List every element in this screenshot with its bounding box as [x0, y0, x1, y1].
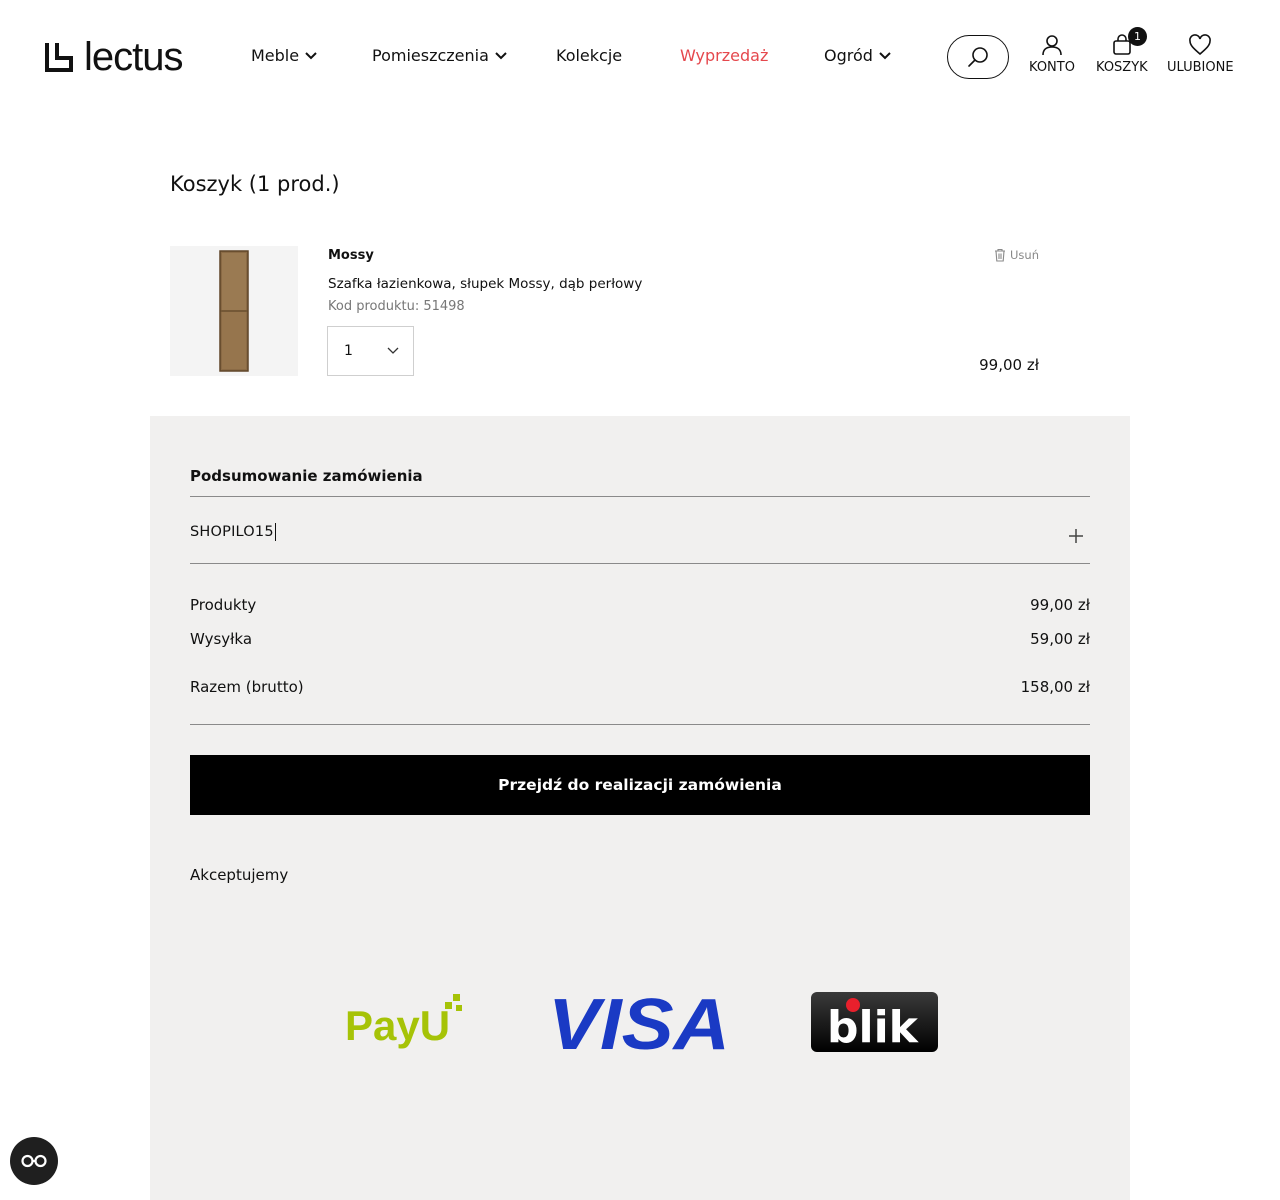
logo[interactable]: lectus	[44, 35, 183, 79]
cart-label: KOSZYK	[1096, 60, 1148, 75]
products-value: 99,00 zł	[1030, 596, 1090, 614]
nav-label: Wyprzedaż	[680, 46, 769, 65]
user-icon	[1042, 35, 1062, 56]
coupon-input[interactable]: SHOPILO15	[190, 523, 276, 541]
blik-logo: blik	[811, 992, 938, 1052]
chevron-down-icon	[305, 51, 317, 59]
product-code: Kod produktu: 51498	[328, 299, 465, 314]
wishlist-label: ULUBIONE	[1167, 60, 1234, 75]
nav-label: Meble	[251, 46, 300, 65]
accepted-payments-label: Akceptujemy	[190, 866, 289, 884]
cart-count-badge: 1	[1128, 27, 1147, 46]
search-icon	[968, 47, 988, 67]
total-value: 158,00 zł	[1020, 678, 1090, 696]
cart-title: Koszyk (1 prod.)	[170, 172, 340, 196]
payment-logos: PayU VISA blik	[150, 986, 1130, 1066]
floating-widget-button[interactable]	[10, 1137, 58, 1185]
quantity-value: 1	[344, 343, 353, 359]
nav-label: Kolekcje	[556, 46, 623, 65]
summary-title: Podsumowanie zamówienia	[190, 467, 423, 485]
divider	[190, 563, 1090, 564]
plus-icon[interactable]	[1066, 526, 1086, 546]
nav-item-pomieszczenia[interactable]: Pomieszczenia	[372, 46, 507, 65]
coupon-value: SHOPILO15	[190, 524, 274, 540]
lectus-logo-icon	[45, 43, 73, 72]
product-price: 99,00 zł	[979, 356, 1039, 374]
shipping-value: 59,00 zł	[1030, 630, 1090, 648]
heart-icon	[1189, 34, 1212, 56]
nav-item-wyprzedaz[interactable]: Wyprzedaż	[680, 46, 768, 65]
payu-logo: PayU	[345, 994, 462, 1049]
payu-logo-text: PayU	[345, 1002, 450, 1049]
search-button[interactable]	[947, 35, 1009, 79]
order-summary: Podsumowanie zamówienia SHOPILO15 Produk…	[150, 416, 1130, 1200]
account-link[interactable]: KONTO	[1029, 34, 1075, 75]
nav-item-ogrod[interactable]: Ogród	[824, 46, 891, 65]
chevron-down-icon	[387, 347, 399, 354]
visa-logo-text: VISA	[548, 992, 730, 1054]
glasses-icon	[21, 1154, 47, 1168]
blik-logo-text: blik	[827, 1002, 920, 1052]
text-cursor	[274, 523, 276, 541]
shipping-label: Wysyłka	[190, 630, 253, 648]
remove-button[interactable]: Usuń	[994, 248, 1039, 262]
divider	[190, 724, 1090, 725]
checkout-button[interactable]: Przejdź do realizacji zamówienia	[190, 755, 1090, 815]
nav-item-kolekcje[interactable]: Kolekcje	[556, 46, 622, 65]
remove-label: Usuń	[1010, 248, 1039, 262]
chevron-down-icon	[495, 51, 507, 59]
product-name[interactable]: Szafka łazienkowa, słupek Mossy, dąb per…	[328, 276, 642, 292]
visa-logo: VISA	[548, 992, 730, 1054]
wishlist-link[interactable]: ULUBIONE	[1167, 34, 1234, 75]
nav-label: Ogród	[824, 46, 873, 65]
logo-text: lectus	[84, 35, 183, 79]
trash-icon	[995, 248, 1005, 262]
cabinet-image	[219, 250, 249, 372]
total-label: Razem (brutto)	[190, 678, 304, 696]
account-label: KONTO	[1029, 60, 1075, 75]
chevron-down-icon	[879, 51, 891, 59]
product-brand: Mossy	[328, 248, 374, 263]
site-header: lectus Meble Pomieszczenia Kolekcje Wypr…	[0, 0, 1280, 115]
products-label: Produkty	[190, 596, 257, 614]
product-image[interactable]	[170, 246, 298, 376]
divider	[190, 496, 1090, 497]
nav-label: Pomieszczenia	[372, 46, 489, 65]
nav-item-meble[interactable]: Meble	[251, 46, 317, 65]
quantity-select[interactable]: 1	[327, 326, 414, 376]
